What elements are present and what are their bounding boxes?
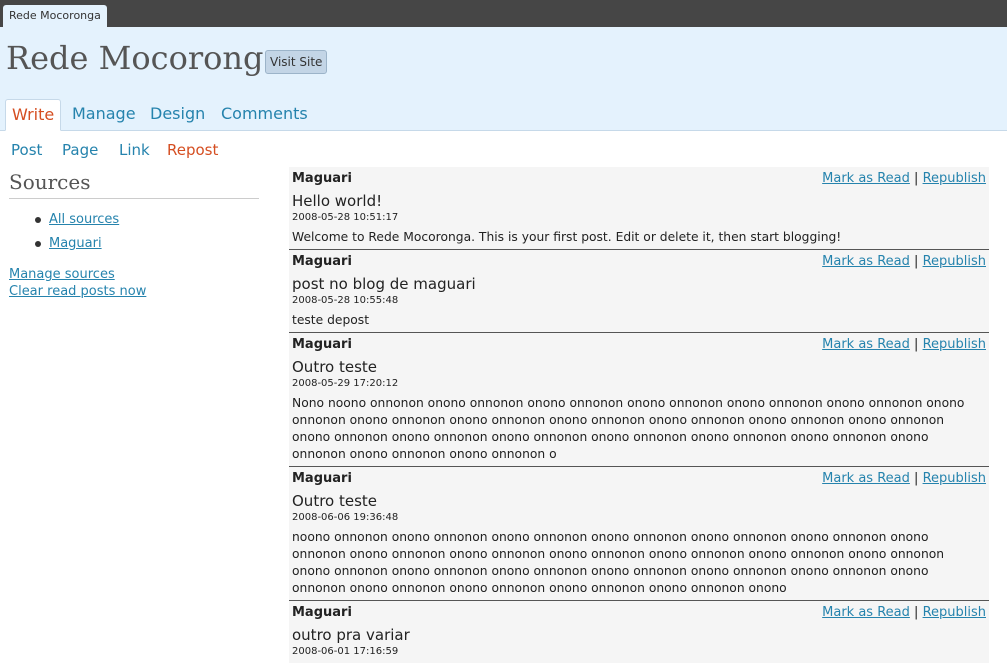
feed-post: Maguari Mark as Read | Republish outro p…	[289, 601, 989, 663]
feed-post: Maguari Mark as Read | Republish Outro t…	[289, 333, 989, 467]
post-date: 2008-06-01 17:16:59	[292, 646, 399, 657]
post-date: 2008-05-29 17:20:12	[292, 378, 399, 389]
post-title: post no blog de maguari	[292, 275, 476, 293]
post-actions: Mark as Read | Republish	[822, 603, 986, 623]
post-actions: Mark as Read | Republish	[822, 252, 986, 272]
submenu-item-post[interactable]: Post	[11, 141, 42, 159]
post-title: Hello world!	[292, 192, 383, 210]
source-item-maguari: Maguari	[35, 235, 119, 259]
manage-sources-link[interactable]: Manage sources	[9, 267, 115, 282]
sidebar-title: Sources	[9, 170, 259, 199]
post-actions: Mark as Read | Republish	[822, 469, 986, 489]
feed: Maguari Mark as Read | Republish Hello w…	[289, 167, 989, 663]
post-actions: Mark as Read | Republish	[822, 169, 986, 189]
clear-read-posts-link[interactable]: Clear read posts now	[9, 284, 146, 299]
post-date: 2008-06-06 19:36:48	[292, 512, 399, 523]
action-separator: |	[914, 254, 919, 269]
site-title: Rede Mocoronga	[6, 39, 283, 77]
post-body: Welcome to Rede Mocoronga. This is your …	[292, 230, 842, 244]
action-separator: |	[914, 337, 919, 352]
site-tab[interactable]: Rede Mocoronga	[3, 5, 107, 27]
feed-post: Maguari Mark as Read | Republish Hello w…	[289, 167, 989, 250]
action-separator: |	[914, 605, 919, 620]
republish-link[interactable]: Republish	[923, 605, 986, 620]
source-link-all[interactable]: All sources	[49, 212, 119, 227]
action-separator: |	[914, 471, 919, 486]
top-bar: Rede Mocoronga	[0, 0, 1007, 27]
post-title: Outro teste	[292, 358, 378, 376]
submenu-item-repost[interactable]: Repost	[167, 141, 218, 159]
source-link-maguari[interactable]: Maguari	[49, 236, 102, 251]
sources-list: All sources Maguari	[35, 211, 119, 259]
mark-as-read-link[interactable]: Mark as Read	[822, 171, 910, 186]
republish-link[interactable]: Republish	[923, 471, 986, 486]
menu-item-design[interactable]: Design	[150, 99, 205, 129]
post-date: 2008-05-28 10:51:17	[292, 212, 399, 223]
post-title: outro pra variar	[292, 626, 410, 644]
post-actions: Mark as Read | Republish	[822, 335, 986, 355]
action-separator: |	[914, 171, 919, 186]
feed-post: Maguari Mark as Read | Republish post no…	[289, 250, 989, 333]
menu-item-write[interactable]: Write	[5, 99, 62, 131]
visit-site-button[interactable]: Visit Site	[265, 50, 328, 74]
submenu-item-link[interactable]: Link	[119, 141, 150, 159]
menu-item-manage[interactable]: Manage	[72, 99, 136, 129]
mark-as-read-link[interactable]: Mark as Read	[822, 337, 910, 352]
feed-post: Maguari Mark as Read | Republish Outro t…	[289, 467, 989, 601]
submenu-item-page[interactable]: Page	[62, 141, 98, 159]
sidebar-links: Manage sources Clear read posts now	[9, 266, 146, 300]
post-title: Outro teste	[292, 492, 378, 510]
post-body: Nono noono onnonon onono onnonon onono o…	[292, 396, 965, 461]
post-date: 2008-05-28 10:55:48	[292, 295, 399, 306]
post-body: teste depost	[292, 313, 370, 327]
mark-as-read-link[interactable]: Mark as Read	[822, 605, 910, 620]
republish-link[interactable]: Republish	[923, 171, 986, 186]
menu-item-comments[interactable]: Comments	[221, 99, 308, 129]
republish-link[interactable]: Republish	[923, 337, 986, 352]
post-body: noono onnonon onono onnonon onono onnono…	[292, 530, 945, 595]
mark-as-read-link[interactable]: Mark as Read	[822, 254, 910, 269]
mark-as-read-link[interactable]: Mark as Read	[822, 471, 910, 486]
source-item-all: All sources	[35, 211, 119, 235]
republish-link[interactable]: Republish	[923, 254, 986, 269]
header: Rede Mocoronga Visit Site Write Manage D…	[0, 27, 1007, 131]
